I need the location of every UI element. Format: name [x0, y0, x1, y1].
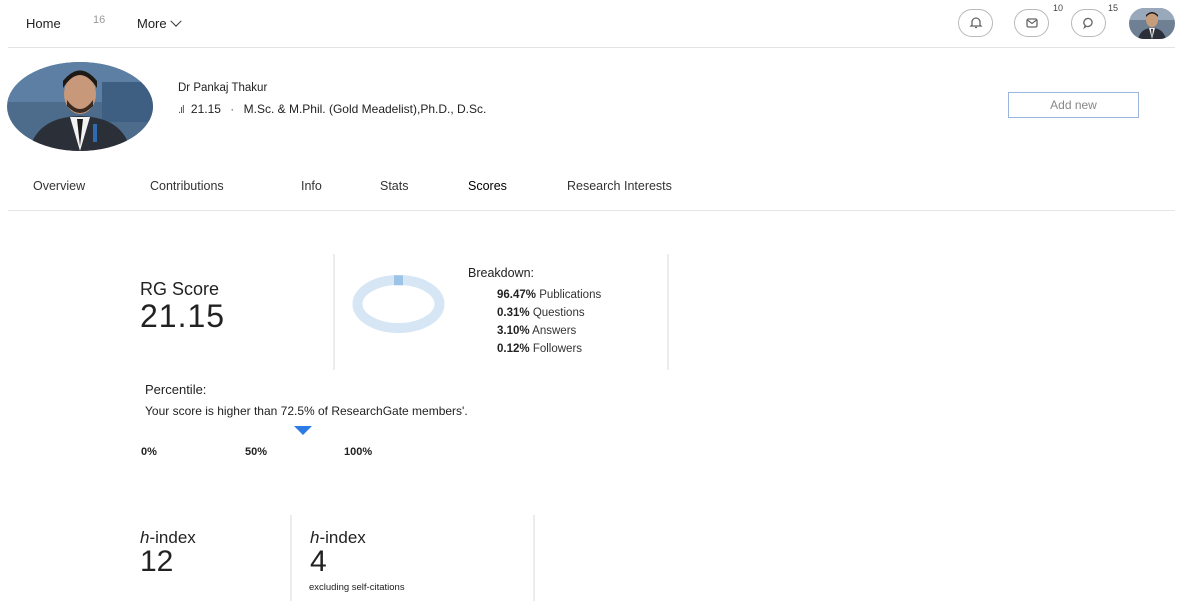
breakdown-item-followers: 0.12% Followers: [497, 343, 582, 355]
tab-stats[interactable]: Stats: [380, 179, 409, 193]
breakdown-title: Breakdown:: [468, 266, 535, 280]
nav-home-link[interactable]: Home: [26, 16, 61, 31]
home-notification-count: 16: [93, 14, 106, 26]
nav-more-menu[interactable]: More: [137, 15, 182, 31]
breakdown-percent: 3.10%: [497, 325, 530, 337]
chat-bubble-icon: [1082, 17, 1093, 30]
nav-more-label: More: [137, 16, 167, 31]
score-bars-icon: .ıl: [178, 104, 184, 116]
percentile-tick-100: 100%: [344, 446, 373, 458]
percentile-text: Your score is higher than 72.5% of Resea…: [145, 404, 468, 418]
tab-info[interactable]: Info: [301, 179, 322, 193]
messages-button[interactable]: [1014, 9, 1049, 37]
h-index-right-divider: [533, 515, 535, 601]
breakdown-percent: 0.12%: [497, 343, 530, 355]
profile-qualifications: M.Sc. & M.Phil. (Gold Meadelist),Ph.D., …: [243, 102, 487, 116]
feed-button[interactable]: [958, 9, 993, 37]
breakdown-percent: 96.47%: [497, 289, 537, 301]
profile-summary: .ıl 21.15 · M.Sc. & M.Phil. (Gold Meadel…: [178, 102, 486, 116]
breakdown-item-answers: 3.10% Answers: [497, 325, 576, 337]
tab-overview[interactable]: Overview: [33, 179, 85, 193]
breakdown-label: Publications: [539, 289, 602, 301]
bell-icon: [968, 17, 983, 29]
percentile-marker-icon: [294, 426, 312, 435]
h-index-excl-note: excluding self-citations: [309, 582, 405, 593]
breakdown-label: Answers: [532, 325, 577, 337]
summary-separator: ·: [230, 102, 235, 116]
h-index-value: 12: [140, 545, 174, 578]
h-index-divider: [290, 515, 292, 601]
profile-name[interactable]: Dr Pankaj Thakur: [178, 82, 267, 94]
percentile-tick-50: 50%: [245, 446, 268, 458]
user-avatar-button[interactable]: [1129, 8, 1175, 39]
chevron-down-icon: [169, 15, 182, 27]
breakdown-label: Followers: [532, 343, 583, 355]
questions-button[interactable]: [1071, 9, 1106, 37]
profile-rg-score: 21.15: [190, 102, 221, 116]
envelope-icon: [1025, 18, 1038, 28]
percentile-tick-0: 0%: [141, 446, 157, 458]
tab-scores[interactable]: Scores: [468, 179, 507, 193]
profile-avatar[interactable]: [7, 62, 153, 151]
rg-score-label: RG Score: [140, 279, 220, 299]
breakdown-divider: [667, 254, 669, 370]
donut-ring: [352, 275, 445, 333]
tab-research-interests[interactable]: Research Interests: [567, 179, 672, 193]
score-divider: [333, 254, 335, 370]
tab-contributions[interactable]: Contributions: [150, 179, 224, 193]
breakdown-item-publications: 96.47% Publications: [497, 289, 601, 301]
percentile-title: Percentile:: [145, 382, 207, 397]
breakdown-item-questions: 0.31% Questions: [497, 307, 585, 319]
breakdown-label: Questions: [532, 307, 585, 319]
breakdown-percent: 0.31%: [497, 307, 530, 319]
top-divider: [8, 47, 1175, 48]
top-navigation-bar: Home 16 More 10 15: [0, 0, 1189, 48]
questions-badge: 15: [1108, 3, 1119, 13]
messages-badge: 10: [1053, 3, 1064, 13]
h-index-excl-value: 4: [310, 545, 327, 578]
tabs-divider: [8, 210, 1175, 211]
add-new-button[interactable]: Add new: [1008, 92, 1139, 118]
rg-score-value: 21.15: [140, 298, 226, 334]
score-breakdown-donut: [352, 275, 445, 333]
